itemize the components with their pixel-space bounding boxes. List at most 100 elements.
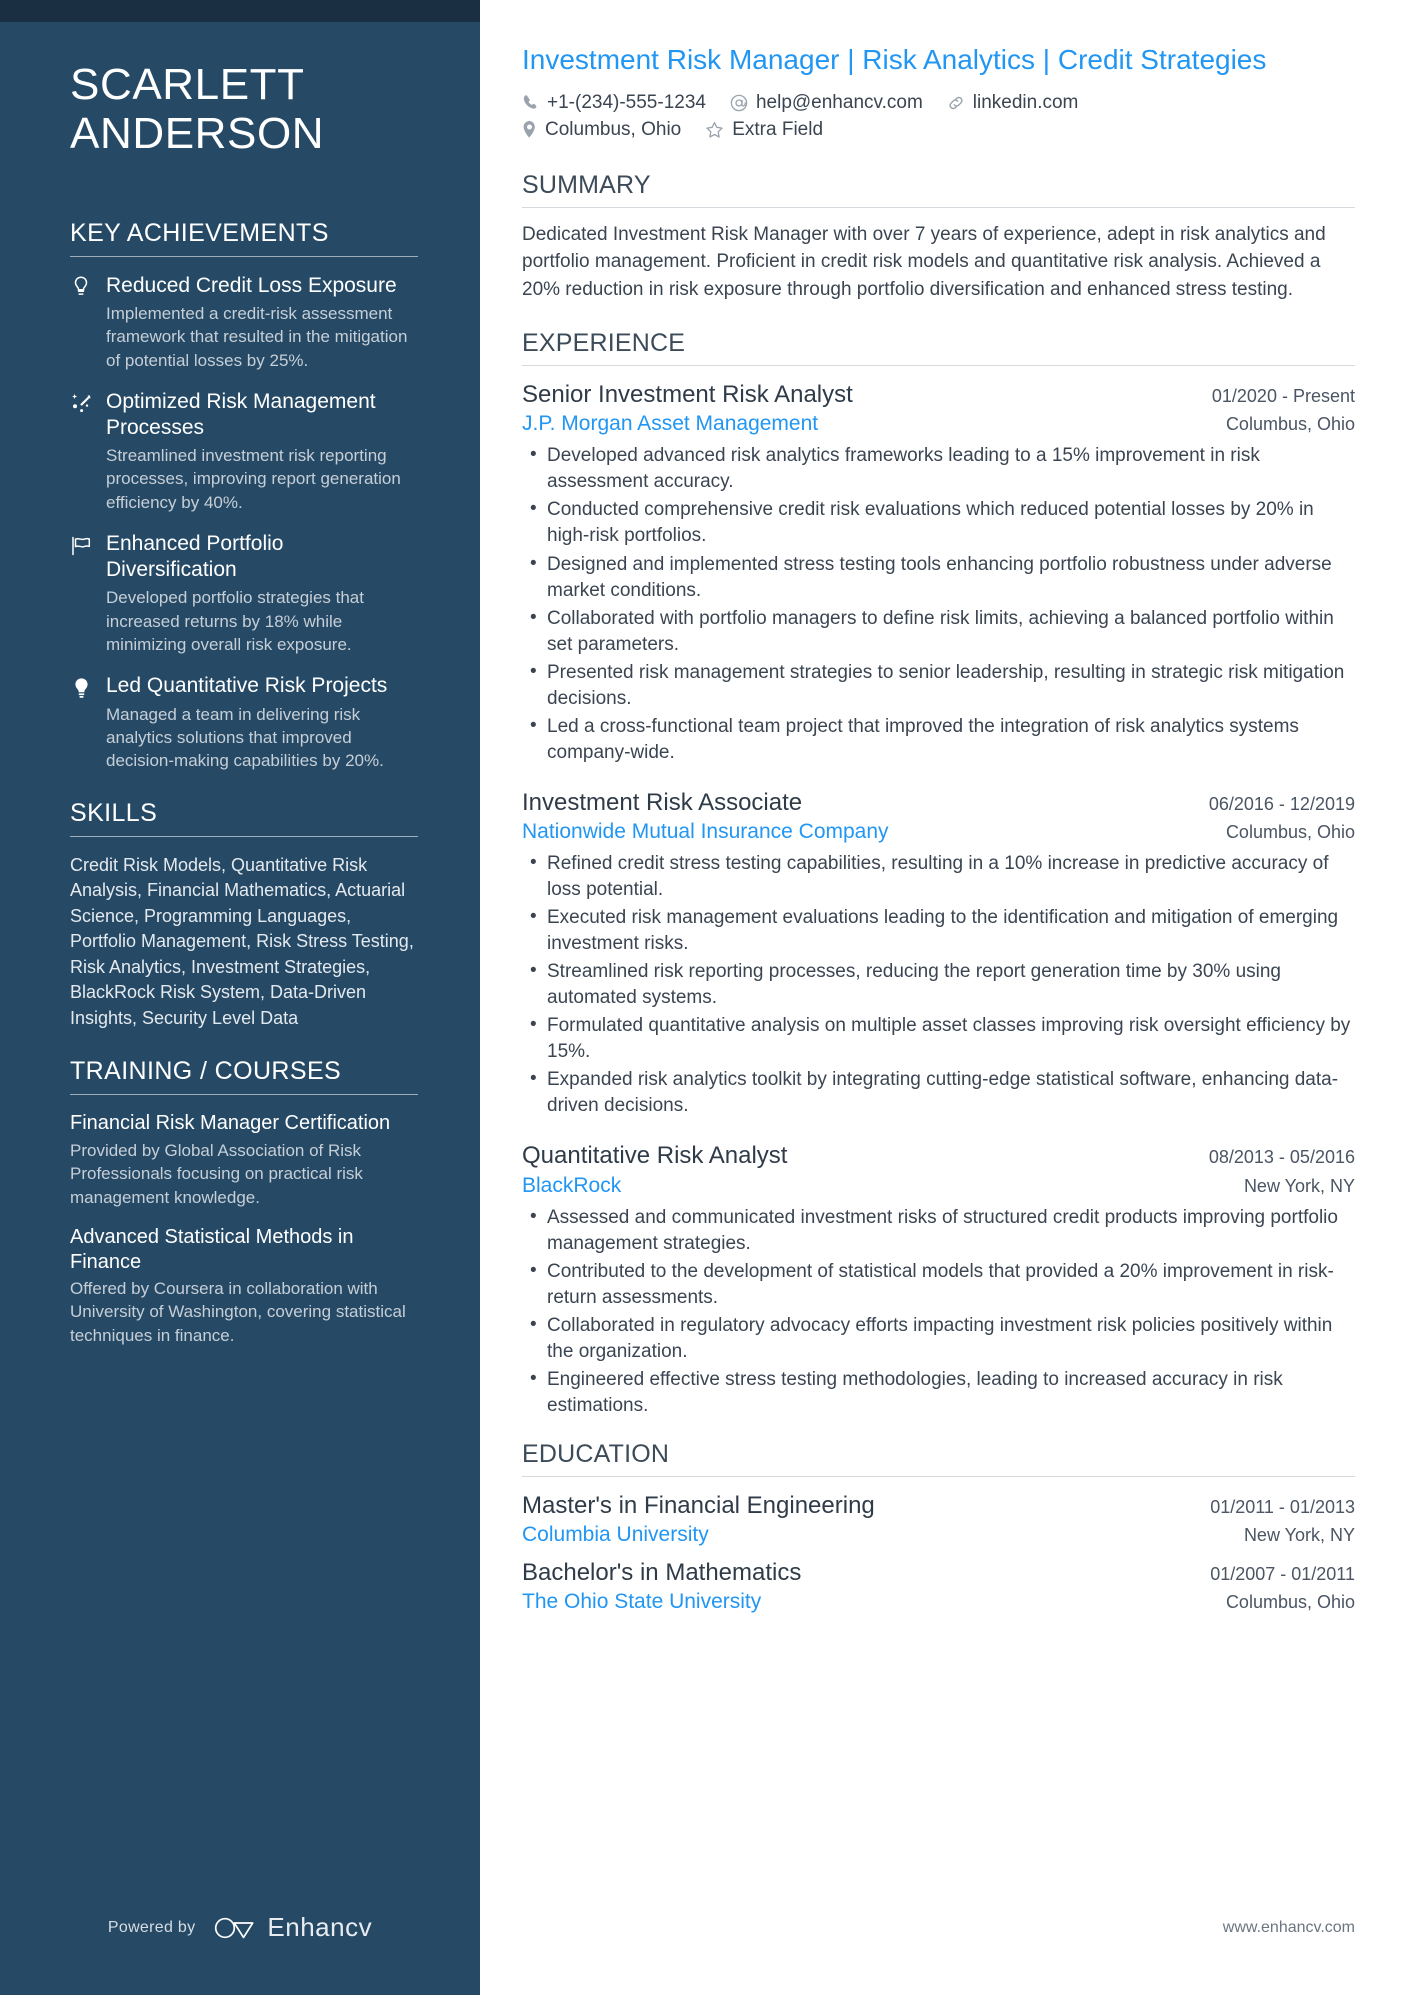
job-dates: 01/2020 - Present [1211,385,1355,406]
contact-location: Columbus, Ohio [522,119,681,141]
location-pin-icon [523,121,535,138]
achievement-title: Led Quantitative Risk Projects [106,674,388,698]
job-bullet: Conducted comprehensive credit risk eval… [522,496,1355,549]
job-bullet: Executed risk management evaluations lea… [522,904,1355,957]
course-title: Financial Risk Manager Certification [70,1112,391,1135]
job-bullet: Assessed and communicated investment ris… [522,1204,1355,1257]
experience-item: Investment Risk Associate 06/2016 - 12/2… [522,787,1355,1120]
job-location: Columbus, Ohio [1225,821,1355,842]
job-title: Senior Investment Risk Analyst [522,380,853,408]
contact-email-text: help@enhancv.com [755,91,923,113]
powered-by-label: Powered by [107,1918,196,1936]
education-section: EDUCATION Master's in Financial Engineer… [522,1440,1355,1617]
achievement-title: Reduced Credit Loss Exposure [106,273,397,297]
achievement-item: Optimized Risk Management Processes Stre… [70,389,418,514]
job-location: Columbus, Ohio [1225,414,1355,435]
course-item: Financial Risk Manager Certification Pro… [70,1111,418,1209]
divider [70,835,418,837]
training-heading: TRAINING / COURSES [70,1057,342,1086]
contact-linkedin: linkedin.com [947,91,1079,114]
summary-section: SUMMARY Dedicated Investment Risk Manage… [522,171,1355,303]
lightbulb-outline-icon [70,273,92,299]
contact-phone: +1-(234)-555-1234 [522,92,706,114]
divider [70,1094,418,1096]
skills-list: Credit Risk Models, Quantitative Risk An… [70,854,414,1028]
job-bullet: Led a cross-functional team project that… [522,713,1355,766]
job-bullet: Presented risk management strategies to … [522,659,1355,712]
skills-section: SKILLS Credit Risk Models, Quantitative … [70,799,418,1032]
job-bullet-list: Refined credit stress testing capabiliti… [522,850,1355,1119]
job-title: Quantitative Risk Analyst [522,1142,788,1170]
job-bullet: Engineered effective stress testing meth… [522,1366,1355,1419]
at-email-icon [730,94,748,112]
job-company[interactable]: J.P. Morgan Asset Management [522,410,818,438]
job-bullet: Expanded risk analytics toolkit by integ… [522,1066,1355,1119]
sidebar-footer: Powered by Enhancv [0,1912,480,1943]
course-description: Provided by Global Association of Risk P… [70,1140,363,1207]
job-company[interactable]: BlackRock [522,1172,621,1200]
contact-row-1: +1-(234)-555-1234 help@enhancv.com linke… [522,92,1355,114]
education-dates: 01/2011 - 01/2013 [1210,1496,1355,1517]
job-dates: 08/2013 - 05/2016 [1208,1147,1355,1168]
job-bullet: Collaborated in regulatory advocacy effo… [522,1312,1355,1365]
resume-page: SCARLETT ANDERSON KEY ACHIEVEMENTS Reduc… [0,0,1410,1995]
enhancv-logo: Enhancv [213,1912,372,1943]
candidate-name: SCARLETT ANDERSON [70,60,418,159]
education-school[interactable]: Columbia University [522,1521,709,1550]
link-icon [949,96,963,110]
enhancv-mark-icon [215,1917,254,1938]
contact-extra-field: Extra Field [705,119,823,141]
course-description: Offered by Coursera in collaboration wit… [70,1278,406,1345]
lightbulb-filled-icon [70,673,92,699]
summary-text: Dedicated Investment Risk Manager with o… [522,223,1326,300]
education-school[interactable]: The Ohio State University [522,1588,761,1617]
contact-phone-text: +1-(234)-555-1234 [547,91,706,113]
sidebar-top-bar [0,0,480,22]
job-bullet: Contributed to the development of statis… [522,1258,1355,1311]
sparkle-arrow-icon [70,389,92,415]
job-bullet-list: Assessed and communicated investment ris… [522,1204,1355,1419]
experience-item: Quantitative Risk Analyst 08/2013 - 05/2… [522,1140,1355,1419]
divider [70,255,418,257]
training-section: TRAINING / COURSES Financial Risk Manage… [70,1057,418,1347]
job-bullet: Designed and implemented stress testing … [522,550,1355,604]
enhancv-wordmark: Enhancv [267,1912,373,1942]
achievement-description: Streamlined investment risk reporting pr… [106,446,401,512]
page-title: Investment Risk Manager | Risk Analytics… [522,44,1267,75]
job-company[interactable]: Nationwide Mutual Insurance Company [522,818,889,846]
education-item: Master's in Financial Engineering 01/201… [522,1490,1355,1550]
contact-extra-field-text: Extra Field [732,118,824,140]
divider [522,206,1355,208]
education-heading: EDUCATION [522,1439,670,1468]
key-achievements-section: KEY ACHIEVEMENTS Reduced Credit Loss Exp… [70,219,418,773]
experience-heading: EXPERIENCE [522,328,686,357]
phone-icon [523,95,537,109]
divider [522,364,1355,366]
achievement-description: Managed a team in delivering risk analyt… [106,704,384,771]
main-content: Investment Risk Manager | Risk Analytics… [480,0,1410,1995]
contact-info: +1-(234)-555-1234 help@enhancv.com linke… [522,92,1355,141]
contact-linkedin-text: linkedin.com [972,91,1079,113]
experience-section: EXPERIENCE Senior Investment Risk Analys… [522,329,1355,1419]
course-item: Advanced Statistical Methods in Finance … [70,1225,418,1347]
education-item: Bachelor's in Mathematics 01/2007 - 01/2… [522,1557,1355,1617]
achievement-description: Implemented a credit-risk assessment fra… [106,304,408,370]
job-bullet: Formulated quantitative analysis on mult… [522,1012,1355,1065]
summary-heading: SUMMARY [522,170,651,199]
education-location: New York, NY [1243,1525,1355,1546]
star-icon [706,121,723,138]
achievement-item: Enhanced Portfolio Diversification Devel… [70,531,418,656]
achievement-title: Enhanced Portfolio Diversification [106,532,284,581]
job-location: New York, NY [1243,1175,1355,1196]
job-bullet: Refined credit stress testing capabiliti… [522,850,1355,903]
job-bullet: Collaborated with portfolio managers to … [522,605,1355,658]
job-bullet-list: Developed advanced risk analytics framew… [522,442,1355,766]
achievement-title: Optimized Risk Management Processes [106,389,376,439]
last-name: ANDERSON [70,109,325,159]
contact-email: help@enhancv.com [730,92,923,114]
course-title: Advanced Statistical Methods in Finance [70,1226,354,1273]
divider [522,1475,1355,1477]
achievement-description: Developed portfolio strategies that incr… [106,588,364,654]
job-bullet: Developed advanced risk analytics framew… [522,442,1355,495]
job-dates: 06/2016 - 12/2019 [1208,793,1355,814]
